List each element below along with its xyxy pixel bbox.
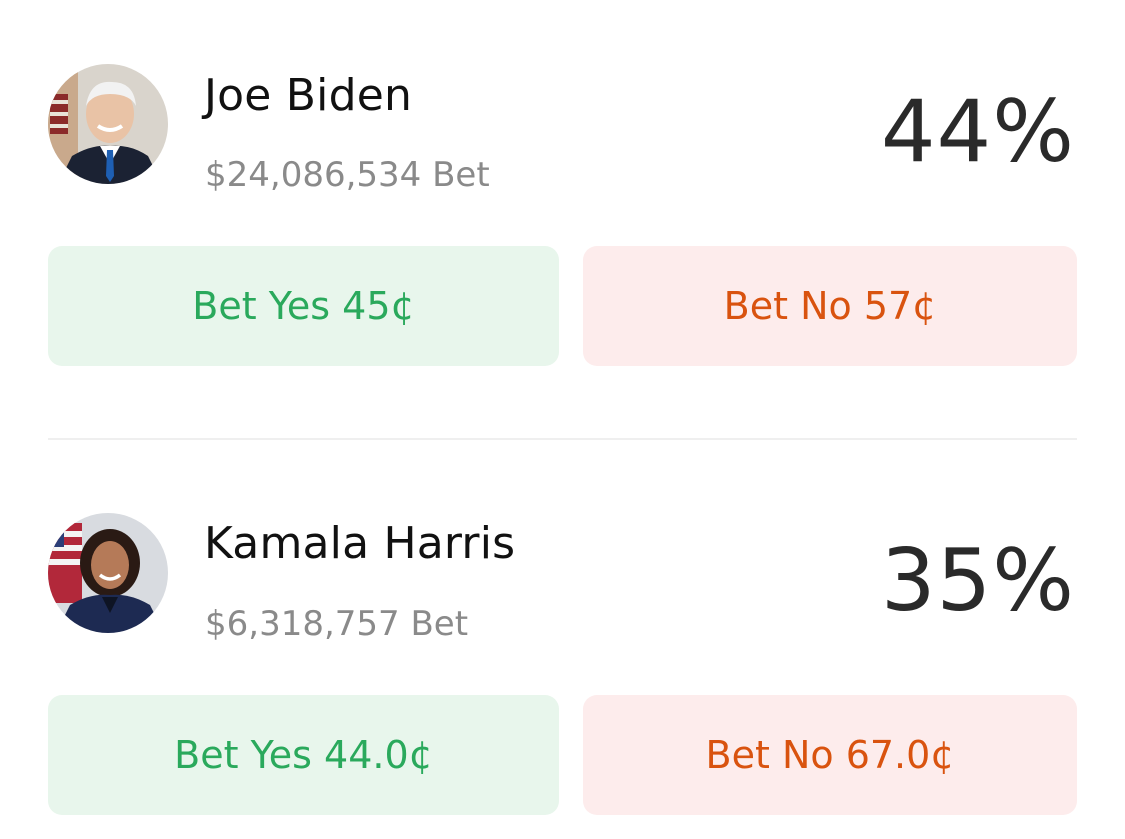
bet-no-button[interactable]: Bet No 67.0¢ [583, 695, 1077, 815]
avatar [48, 513, 168, 633]
market-card-harris: Kamala Harris $6,318,757 Bet 35% Bet Yes… [0, 0, 1125, 839]
candidate-name: Kamala Harris [204, 518, 516, 569]
bet-volume: $6,318,757 Bet [205, 604, 469, 644]
bet-yes-button[interactable]: Bet Yes 44.0¢ [48, 695, 559, 815]
candidate-photo-icon [48, 513, 168, 633]
probability-percent: 35% [880, 531, 1075, 631]
